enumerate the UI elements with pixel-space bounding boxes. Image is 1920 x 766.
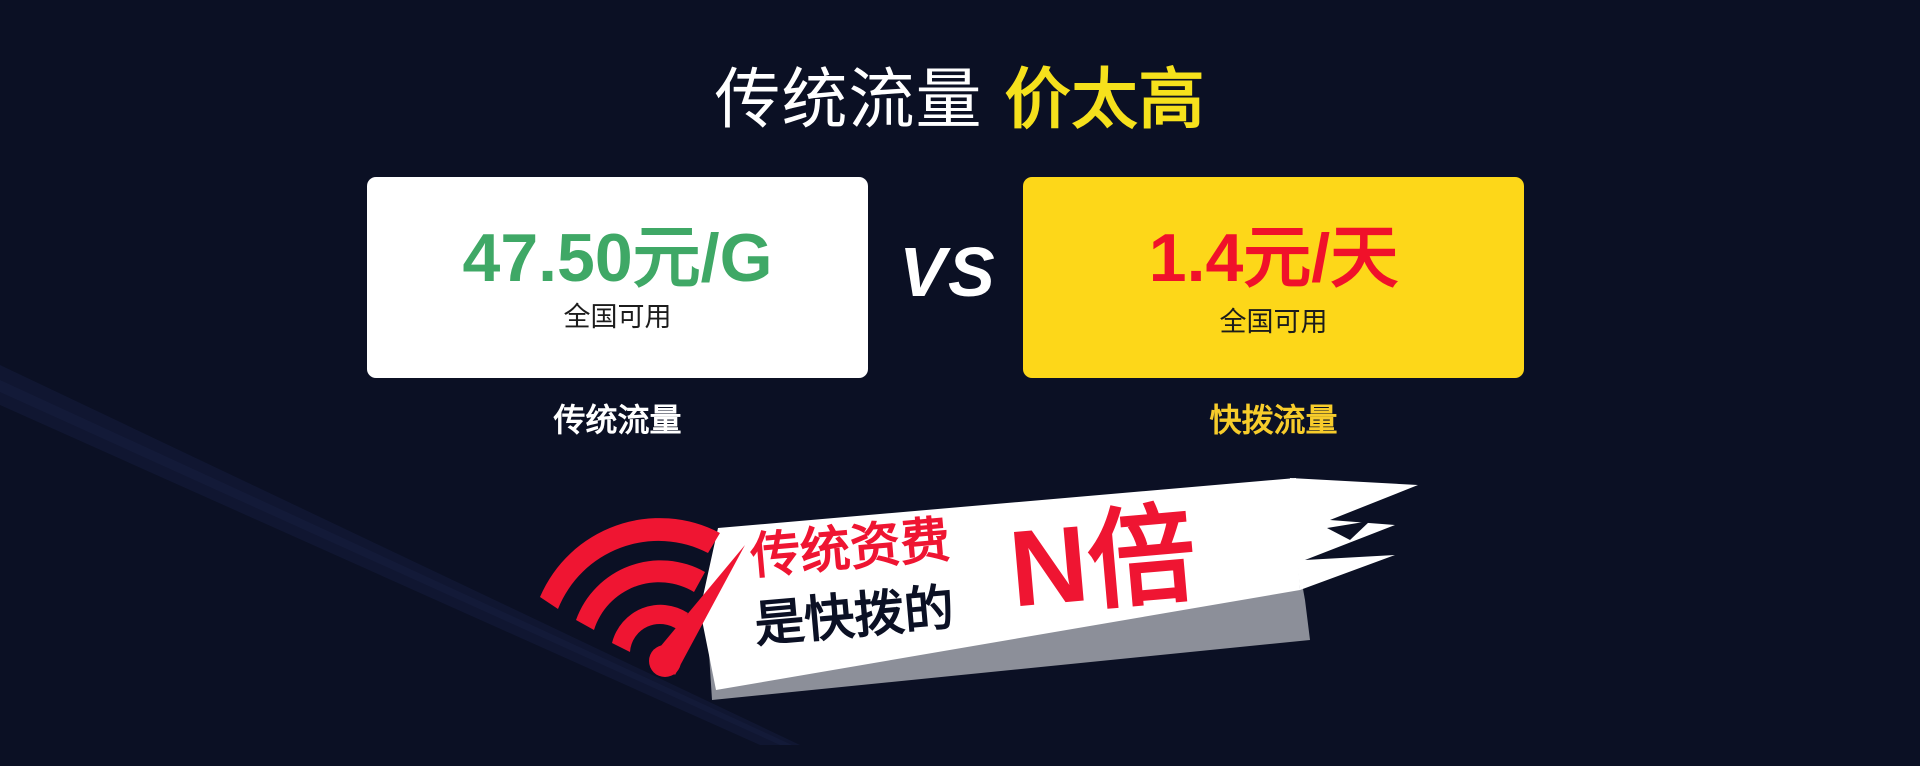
promo-banner <box>540 478 1418 700</box>
